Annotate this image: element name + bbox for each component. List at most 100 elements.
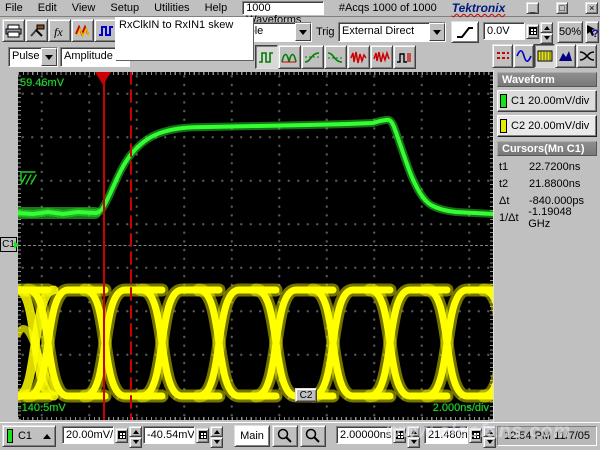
vertical-scale-spinner [129, 426, 142, 444]
spinner-up-icon[interactable] [210, 426, 223, 437]
menu-edit[interactable]: Edit [38, 2, 57, 14]
datetime-display: 12:54 PM 11/7/05 [497, 426, 597, 446]
channel-2-scale: C2 20.00mV/div [511, 120, 589, 132]
menu-file[interactable]: File [5, 2, 23, 14]
zoom-1-button[interactable] [272, 425, 298, 447]
horizontal-delay-spinner [483, 426, 496, 444]
measure-burst-1-button[interactable] [347, 45, 370, 69]
measure-burst-2-button[interactable] [370, 45, 393, 69]
keypad-icon[interactable] [393, 428, 406, 443]
help-cursor-icon: ? [586, 24, 598, 40]
trigger-source-select[interactable]: External Direct [338, 22, 446, 42]
cursor-t2-label: t2 [499, 178, 529, 190]
spinner-down-icon[interactable] [129, 437, 142, 448]
cursors-panel-header: Cursors(Mn C1) [497, 141, 597, 156]
histogram-button[interactable] [555, 44, 576, 68]
trigger-level-input[interactable]: 0.0V [483, 22, 525, 40]
green-humps-icon [281, 50, 298, 65]
graticule-toggle-button[interactable] [534, 44, 555, 68]
minimize-button[interactable]: _ [526, 2, 539, 14]
spinner-up-icon[interactable] [483, 426, 496, 437]
cursor-delta-label: Δt [499, 195, 529, 207]
print-button[interactable] [2, 19, 25, 42]
vertical-position-input[interactable]: -40.54mV [143, 426, 195, 444]
waveform-display-button[interactable] [71, 19, 94, 42]
measure-category-value: Pulse [9, 48, 41, 66]
measure-timing-button[interactable] [393, 45, 416, 69]
up-arrow-icon [43, 430, 51, 439]
sine-icon [516, 49, 532, 63]
histogram-icon [558, 49, 574, 63]
rising-slope-icon [455, 24, 475, 40]
bottom-control-bar: C1 20.00mV/ -40.54mV Main 2.00000ns 21.4… [0, 422, 600, 450]
spinner-up-icon[interactable] [540, 22, 553, 33]
chevron-down-icon[interactable] [295, 23, 311, 41]
set-50-percent-button[interactable]: 50% [557, 21, 583, 43]
measure-category-select[interactable]: Pulse [8, 47, 58, 67]
graticule: 59.46mV -140.5mV 2.000ns/div C2 [18, 72, 493, 420]
svg-text:?: ? [592, 28, 598, 40]
zoom-2-button[interactable] [300, 425, 326, 447]
keypad-icon[interactable] [469, 428, 482, 443]
close-button[interactable]: × [585, 2, 598, 14]
channel-select-button[interactable]: C1 [2, 425, 56, 447]
waveform-counter: 1000 Waveforms [242, 1, 324, 15]
channel-select-label: C1 [18, 430, 32, 442]
spinner-down-icon[interactable] [210, 437, 223, 448]
c1-bottom-voltage-label: -140.5mV [18, 402, 66, 414]
c1-channel-marker[interactable]: C1 [0, 237, 17, 252]
measure-amplitude-button[interactable] [278, 45, 301, 69]
measure-rise-time-button[interactable] [301, 45, 324, 69]
waveform-traces [18, 72, 493, 420]
spinner-down-icon[interactable] [540, 33, 553, 44]
keypad-icon[interactable] [115, 428, 128, 443]
cursor-t1-row: t1 22.7200ns [497, 158, 597, 175]
horizontal-scale-input[interactable]: 2.00000ns [336, 426, 392, 444]
horizontal-delay-group: 21.480n [424, 426, 496, 444]
trigger-source-value: External Direct [339, 23, 429, 41]
setup-tools-button[interactable] [25, 19, 48, 42]
main-timebase-button[interactable]: Main [234, 425, 270, 447]
channel-1-button[interactable]: C1 20.00mV/div [497, 90, 597, 112]
measure-fall-time-button[interactable] [324, 45, 347, 69]
pulse-icon [98, 24, 114, 38]
menu-setup[interactable]: Setup [110, 2, 139, 14]
channel-2-button[interactable]: C2 20.00mV/div [497, 115, 597, 137]
fx-icon: fx [52, 24, 68, 38]
vertical-scale-input[interactable]: 20.00mV/ [62, 426, 114, 444]
trigger-slope-button[interactable] [451, 21, 479, 43]
timebase-label: 2.000ns/div [433, 402, 489, 414]
cursor-t1-value: 22.7200ns [529, 161, 580, 173]
horizontal-delay-input[interactable]: 21.480n [424, 426, 468, 444]
chevron-down-icon[interactable] [429, 23, 445, 41]
menu-help[interactable]: Help [205, 2, 228, 14]
context-help-button[interactable]: ? [585, 21, 599, 43]
waveform-icon [75, 24, 91, 38]
maximize-button[interactable]: □ [556, 2, 569, 14]
tooltip-text: RxClkIN to RxIN1 skew [119, 19, 233, 31]
c2-label-text: C2 [300, 390, 313, 401]
trigger-level-spinner [540, 22, 553, 40]
menu-view[interactable]: View [72, 2, 96, 14]
spinner-down-icon[interactable] [483, 437, 496, 448]
chevron-down-icon[interactable] [41, 48, 57, 66]
magnifier-icon [305, 428, 321, 444]
menu-utilities[interactable]: Utilities [154, 2, 189, 14]
spinner-down-icon[interactable] [407, 437, 420, 448]
waveshape-button[interactable] [513, 44, 534, 68]
spinner-up-icon[interactable] [407, 426, 420, 437]
pulse-measure-button[interactable] [94, 19, 117, 42]
red-burst-icon [373, 50, 390, 65]
reference-levels-button[interactable] [492, 44, 513, 68]
spinner-up-icon[interactable] [129, 426, 142, 437]
math-function-button[interactable]: fx [48, 19, 71, 42]
ground-marker-icon [21, 172, 36, 184]
measure-pulse-train-button[interactable] [255, 45, 278, 69]
c2-trace-label[interactable]: C2 [295, 388, 317, 402]
vertical-position-group: -40.54mV [143, 426, 223, 444]
magnifier-icon [277, 428, 293, 444]
eye-diagram-button[interactable] [576, 44, 597, 68]
keypad-icon[interactable] [526, 24, 539, 39]
c1-trace [18, 120, 493, 214]
keypad-icon[interactable] [196, 428, 209, 443]
